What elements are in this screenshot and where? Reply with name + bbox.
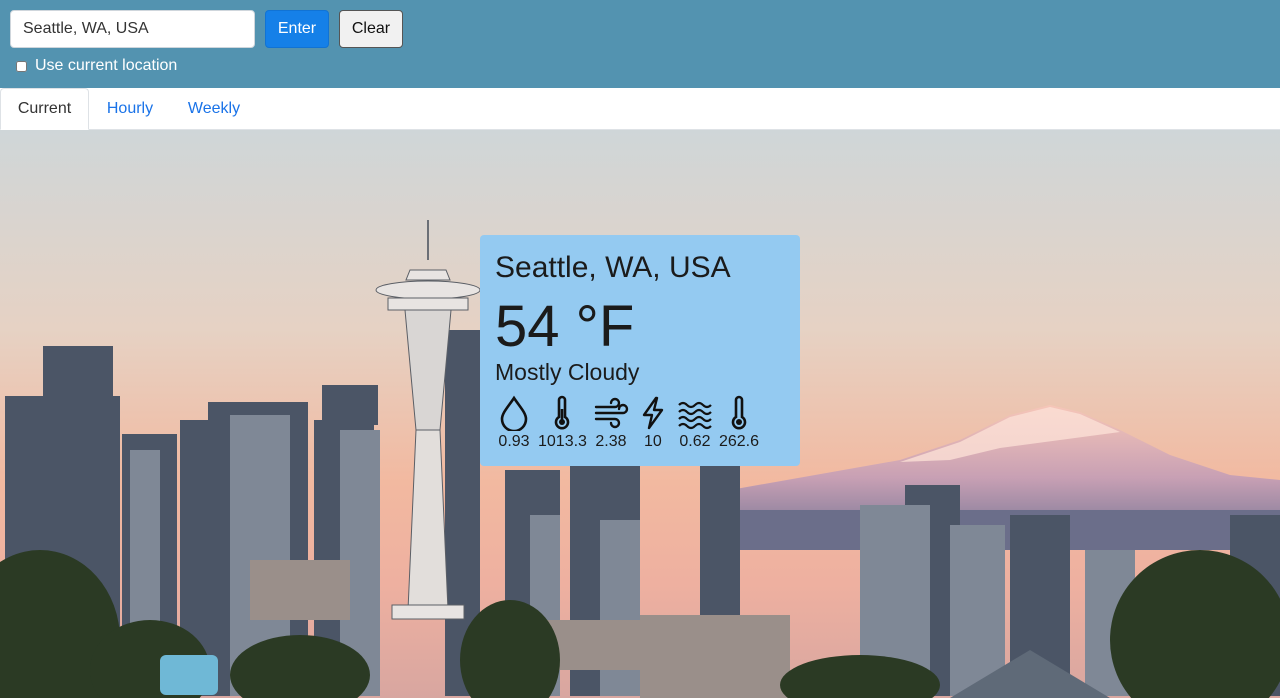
use-location-checkbox[interactable] bbox=[16, 60, 27, 72]
humidity-drop-icon bbox=[500, 395, 528, 431]
tab-hourly[interactable]: Hourly bbox=[92, 88, 168, 130]
waves-icon bbox=[678, 401, 712, 430]
location-search-input[interactable] bbox=[10, 10, 255, 48]
clear-button[interactable]: Clear bbox=[339, 10, 403, 48]
card-condition: Mostly Cloudy bbox=[495, 359, 640, 385]
lightning-icon bbox=[642, 396, 664, 430]
metric-wind-value: 2.38 bbox=[595, 433, 627, 450]
metric-pressure: 1013.3 bbox=[538, 395, 587, 451]
wind-icon bbox=[594, 397, 629, 429]
card-location: Seattle, WA, USA bbox=[495, 251, 731, 284]
tab-current[interactable]: Current bbox=[0, 88, 89, 130]
metric-temperature: 262.6 bbox=[719, 395, 759, 451]
metric-temperature-value: 262.6 bbox=[718, 433, 759, 450]
metric-humidity-value: 0.93 bbox=[498, 433, 530, 450]
metric-lightning-value: 10 bbox=[644, 433, 662, 450]
metric-humidity: 0.93 bbox=[496, 395, 532, 451]
use-location-row: Use current location bbox=[16, 57, 177, 75]
metrics-row: 0.93 1013.3 2.38 10 0.62 262.6 bbox=[496, 395, 765, 451]
metric-lightning: 10 bbox=[635, 395, 671, 451]
thermometer-icon bbox=[731, 395, 747, 430]
current-weather-card: Seattle, WA, USA 54 °F Mostly Cloudy 0.9… bbox=[480, 235, 800, 466]
pressure-thermometer-icon bbox=[555, 395, 570, 430]
card-temperature: 54 °F bbox=[495, 294, 635, 359]
top-bar: Enter Clear Use current location bbox=[0, 0, 1280, 88]
tab-weekly[interactable]: Weekly bbox=[175, 88, 253, 130]
enter-button[interactable]: Enter bbox=[265, 10, 329, 48]
metric-pressure-value: 1013.3 bbox=[538, 433, 587, 450]
use-location-label[interactable]: Use current location bbox=[35, 57, 177, 75]
metric-waves: 0.62 bbox=[677, 395, 713, 451]
metric-wind: 2.38 bbox=[593, 395, 629, 451]
tab-bar: Current Hourly Weekly bbox=[0, 88, 1280, 130]
metric-waves-value: 0.62 bbox=[679, 433, 711, 450]
